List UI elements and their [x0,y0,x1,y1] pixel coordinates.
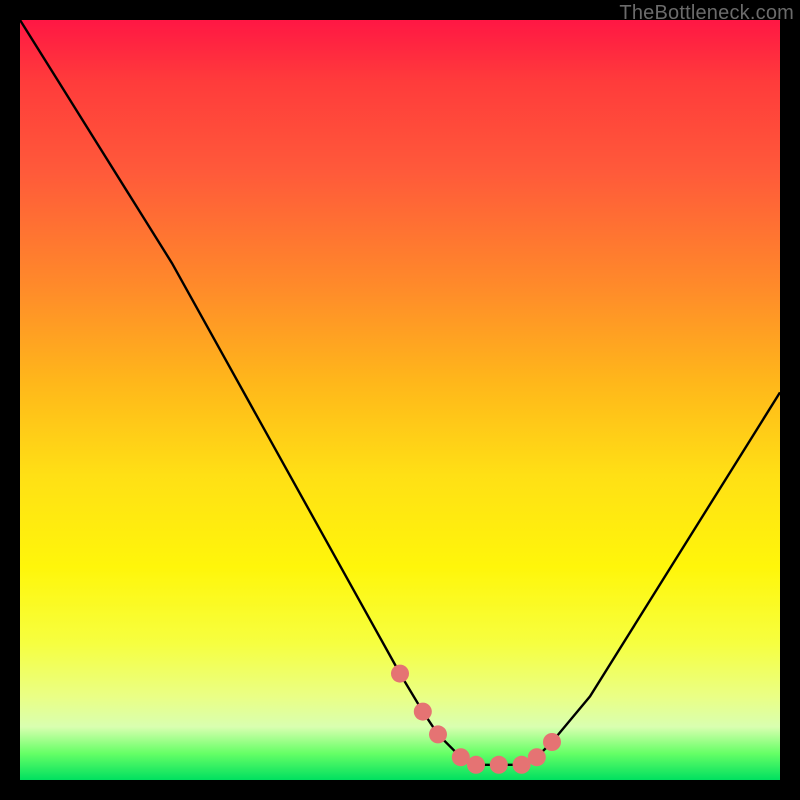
fit-highlight-markers [391,665,561,774]
marker-dot [543,733,561,751]
marker-dot [414,703,432,721]
marker-dot [467,756,485,774]
bottleneck-curve [20,20,780,765]
marker-dot [391,665,409,683]
marker-dot [429,725,447,743]
marker-dot [528,748,546,766]
gradient-plot-area [20,20,780,780]
chart-stage: TheBottleneck.com [0,0,800,800]
marker-dot [490,756,508,774]
curve-layer [20,20,780,780]
